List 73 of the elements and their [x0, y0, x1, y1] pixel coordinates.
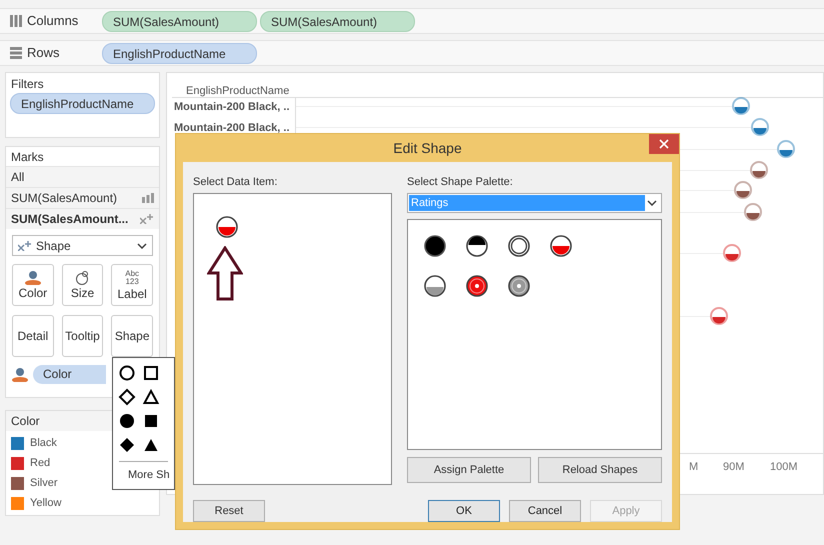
shape-icon	[423, 274, 447, 298]
triangle-icon	[142, 388, 160, 406]
dialog-button[interactable]: OK	[428, 500, 500, 522]
shelf-pill[interactable]: SUM(SalesAmount)	[102, 10, 257, 32]
filled-circle-icon	[118, 412, 136, 430]
shelf-pill[interactable]: EnglishProductName	[102, 42, 257, 64]
legend-label: Silver	[30, 476, 58, 491]
size-icon	[75, 270, 90, 284]
people-icon	[24, 270, 41, 284]
marks-button[interactable]: Abc 123 Label	[111, 264, 153, 306]
field-label: Select Shape Palette:	[407, 175, 514, 190]
axis-tick-label: 90M	[723, 460, 744, 475]
shapes-icon	[18, 240, 32, 250]
marks-item[interactable]: SUM(SalesAmount...	[6, 208, 159, 229]
shelf-pill[interactable]: SUM(SalesAmount)	[260, 10, 415, 32]
shape-icon	[507, 234, 531, 258]
icon-text: Abc	[125, 270, 140, 278]
reset-button[interactable]: Reset	[193, 500, 265, 522]
shape-palette[interactable]	[407, 218, 662, 450]
bar-chart-icon	[142, 193, 154, 203]
chevron-down-icon	[137, 242, 147, 248]
axis-tick-label: 100M	[770, 460, 798, 475]
marks-button[interactable]: Tooltip	[62, 315, 104, 357]
field-label: Select Data Item:	[193, 175, 278, 190]
dropdown-value: Shape	[36, 238, 71, 254]
legend-label: Yellow	[30, 496, 62, 511]
marks-button[interactable]: Size	[62, 264, 104, 306]
marks-button[interactable]: Shape	[111, 315, 153, 357]
axis-tick-label: M	[689, 460, 698, 475]
card-title: Filters	[10, 76, 45, 93]
data-item-list[interactable]	[193, 192, 392, 486]
columns-icon	[10, 15, 22, 27]
filled-diamond-icon	[118, 436, 136, 454]
people-icon	[12, 368, 28, 382]
legend-label: Red	[30, 456, 50, 471]
shape-icon	[465, 274, 489, 298]
shape-icon	[549, 234, 573, 258]
shape-icon	[215, 214, 239, 239]
palette-button[interactable]: Assign Palette	[407, 457, 531, 483]
row-label: Mountain-200 Black, ..	[174, 121, 290, 136]
dialog-button[interactable]: Cancel	[509, 500, 581, 522]
circle-icon	[118, 364, 136, 382]
card-title: Marks	[10, 149, 45, 166]
palette-button[interactable]: Reload Shapes	[538, 457, 662, 483]
legend-label: Black	[30, 436, 57, 451]
shape-icon	[465, 234, 489, 258]
marks-button[interactable]: Detail	[12, 315, 54, 357]
column-header: EnglishProductName	[186, 84, 290, 99]
filter-pill[interactable]: EnglishProductName	[10, 93, 155, 114]
close-button[interactable]	[649, 134, 679, 154]
close-icon	[659, 139, 669, 149]
shape-icon	[423, 234, 447, 258]
rows-icon	[10, 47, 22, 59]
dialog-button: Apply	[590, 500, 662, 522]
row-label: Mountain-200 Black, ..	[174, 100, 290, 115]
marks-button[interactable]: Color	[12, 264, 54, 306]
shelf-label: Rows	[27, 44, 60, 62]
dropdown-value: Ratings	[409, 194, 645, 211]
menu-item[interactable]: More Sh	[113, 462, 174, 484]
filled-square-icon	[142, 412, 160, 430]
color-pill[interactable]: Color	[33, 365, 106, 384]
marks-item[interactable]: SUM(SalesAmount)	[6, 187, 159, 208]
shelf-label: Columns	[27, 12, 78, 30]
shape-icon	[507, 274, 531, 298]
arrow-up-icon	[207, 246, 243, 301]
square-icon	[142, 364, 160, 382]
chevron-down-icon	[647, 200, 657, 206]
shapes-icon	[140, 214, 154, 224]
dialog-title: Edit Shape	[393, 138, 462, 158]
mark-type-dropdown[interactable]: Shape	[12, 235, 153, 256]
icon-text: 123	[125, 278, 139, 286]
marks-item[interactable]: All	[6, 166, 159, 187]
diamond-icon	[118, 388, 136, 406]
